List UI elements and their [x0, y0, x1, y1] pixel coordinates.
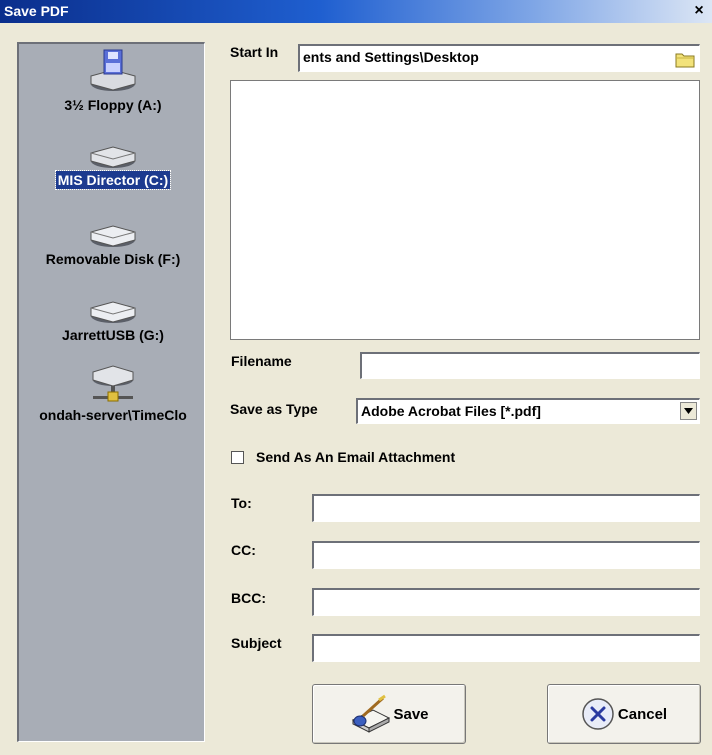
drive-label: ondah-server\TimeClo: [39, 407, 187, 423]
drive-label: Removable Disk (F:): [45, 251, 181, 267]
to-label: To:: [231, 495, 252, 511]
bcc-input[interactable]: [312, 588, 700, 616]
hard-drive-icon: [90, 146, 136, 168]
save-as-type-value: Adobe Acrobat Files [*.pdf]: [361, 403, 541, 419]
save-as-type-select[interactable]: Adobe Acrobat Files [*.pdf]: [356, 398, 700, 424]
chevron-down-icon: [684, 408, 693, 414]
subject-label: Subject: [231, 635, 282, 651]
cc-label: CC:: [231, 542, 256, 558]
title-bar: Save PDF ×: [0, 0, 712, 23]
start-in-field[interactable]: ents and Settings\Desktop: [298, 44, 700, 72]
dropdown-button[interactable]: [680, 402, 697, 420]
save-icon: [352, 694, 391, 733]
save-as-type-label: Save as Type: [230, 401, 318, 417]
drive-item-floppy[interactable]: 3½ Floppy (A:): [19, 44, 207, 114]
save-button[interactable]: Save: [312, 684, 466, 744]
drive-label: MIS Director (C:): [54, 170, 172, 190]
subject-input[interactable]: [312, 634, 700, 662]
drive-list: 3½ Floppy (A:) MIS Director (C:) Removab…: [17, 42, 205, 742]
cancel-button[interactable]: Cancel: [547, 684, 701, 744]
drive-item-c[interactable]: MIS Director (C:): [19, 139, 207, 190]
drive-item-g[interactable]: JarrettUSB (G:): [19, 292, 207, 344]
folder-icon[interactable]: [675, 50, 695, 68]
filename-label: Filename: [231, 353, 292, 369]
filename-input[interactable]: [360, 352, 700, 379]
removable-disk-icon: [90, 225, 136, 247]
start-in-label: Start In: [230, 44, 279, 60]
usb-drive-icon: [90, 301, 136, 323]
to-input[interactable]: [312, 494, 700, 522]
email-attachment-checkbox[interactable]: [231, 451, 244, 464]
file-list[interactable]: [230, 80, 700, 340]
save-button-label: Save: [393, 705, 429, 723]
cancel-icon: [582, 698, 614, 730]
drive-label: 3½ Floppy (A:): [64, 97, 162, 113]
drive-item-f[interactable]: Removable Disk (F:): [19, 216, 207, 268]
network-drive-icon: [92, 365, 134, 402]
cc-input[interactable]: [312, 541, 700, 569]
email-attachment-label: Send As An Email Attachment: [256, 449, 456, 465]
bcc-label: BCC:: [231, 590, 266, 606]
drive-label: JarrettUSB (G:): [62, 327, 164, 343]
window-title: Save PDF: [4, 3, 69, 19]
floppy-drive-icon: [90, 49, 136, 91]
cancel-button-label: Cancel: [617, 705, 668, 723]
close-icon[interactable]: ×: [690, 2, 708, 20]
start-in-value: ents and Settings\Desktop: [303, 49, 479, 65]
drive-item-network[interactable]: ondah-server\TimeClo: [19, 362, 207, 424]
